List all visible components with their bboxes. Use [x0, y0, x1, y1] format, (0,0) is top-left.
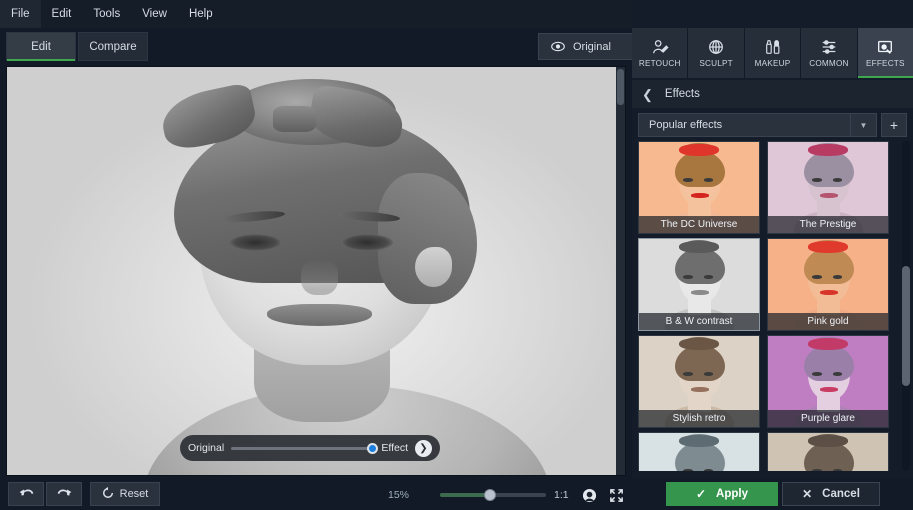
- tab-compare[interactable]: Compare: [78, 32, 148, 61]
- effect-thumbnail[interactable]: Pink gold: [767, 238, 889, 331]
- panel-title: Effects: [664, 88, 700, 100]
- chevron-down-icon[interactable]: ▼: [850, 114, 876, 136]
- makeup-lipstick-icon: [764, 38, 782, 56]
- canvas-scrollbar-thumb[interactable]: [617, 69, 624, 105]
- compare-effect-label: Effect: [381, 442, 408, 454]
- photo-editor-window: File Edit Tools View Help Save Edit Comp…: [0, 0, 913, 510]
- reset-button-label: Reset: [119, 488, 149, 500]
- bottom-toolbar: Reset 15% 1:1: [0, 478, 632, 510]
- fullscreen-expand-icon[interactable]: [607, 486, 625, 504]
- effects-frame-icon: [876, 38, 894, 56]
- original-effect-compare-slider[interactable]: Original Effect ❯: [180, 435, 440, 461]
- effect-thumbnail[interactable]: Stylish retro: [638, 335, 760, 428]
- close-x-icon: ✕: [802, 487, 813, 501]
- undo-button[interactable]: [8, 482, 44, 506]
- sculpt-globe-icon: [707, 38, 725, 56]
- compare-original-label: Original: [188, 442, 225, 454]
- effect-thumbnail[interactable]: The Prestige: [767, 141, 889, 234]
- redo-arrow-icon: [56, 485, 73, 503]
- add-effect-button[interactable]: +: [881, 113, 907, 137]
- effect-thumbnail[interactable]: The DC Universe: [638, 141, 760, 234]
- undo-arrow-icon: [18, 485, 35, 503]
- effect-thumbnail-label: B & W contrast: [639, 313, 759, 330]
- tab-makeup-label: MAKEUP: [754, 59, 791, 68]
- cancel-button[interactable]: ✕ Cancel: [782, 482, 880, 506]
- original-preview-toggle[interactable]: Original: [538, 33, 633, 60]
- menu-item-file[interactable]: File: [0, 0, 41, 28]
- tab-sculpt[interactable]: SCULPT: [688, 28, 744, 78]
- effects-category-value: Popular effects: [649, 119, 723, 131]
- effect-thumbnail-label: The Prestige: [768, 216, 888, 233]
- tab-common[interactable]: COMMON: [801, 28, 857, 78]
- tab-effects[interactable]: EFFECTS: [857, 28, 913, 78]
- zoom-slider-fill: [440, 493, 490, 497]
- panel-footer: ✓ Apply ✕ Cancel: [632, 478, 913, 510]
- effect-thumbnail-label: Stylish retro: [639, 410, 759, 427]
- panel-tab-bar: RETOUCH SCULPT MAKEUP COMMON EFFECTS: [632, 28, 913, 78]
- effect-thumbnail-label: The DC Universe: [639, 216, 759, 233]
- image-canvas[interactable]: [6, 66, 626, 476]
- menu-item-edit[interactable]: Edit: [41, 0, 83, 28]
- chevron-left-icon[interactable]: ❮: [642, 88, 653, 101]
- refresh-circular-arrow-icon: [102, 486, 114, 502]
- tab-sculpt-label: SCULPT: [699, 59, 733, 68]
- panel-header: ❮ Effects: [632, 80, 913, 108]
- effects-category-dropdown[interactable]: Popular effects ▼: [638, 113, 877, 137]
- zoom-percent-label: 15%: [388, 489, 410, 501]
- compare-slider-handle[interactable]: [367, 442, 379, 454]
- person-retouch-icon: [651, 38, 669, 56]
- effect-thumbnail[interactable]: Purple glare: [767, 335, 889, 428]
- apply-button[interactable]: ✓ Apply: [666, 482, 778, 506]
- tab-retouch[interactable]: RETOUCH: [632, 28, 688, 78]
- effect-thumbnail-label: Pink gold: [768, 313, 888, 330]
- effect-thumbnail[interactable]: B & W contrast: [638, 238, 760, 331]
- zoom-ratio-label[interactable]: 1:1: [554, 489, 569, 501]
- menu-item-view[interactable]: View: [131, 0, 178, 28]
- zoom-slider-handle[interactable]: [483, 489, 496, 501]
- apply-button-label: Apply: [716, 488, 748, 500]
- original-toggle-label: Original: [573, 40, 611, 53]
- fit-to-face-icon[interactable]: [580, 486, 598, 504]
- menu-item-help[interactable]: Help: [178, 0, 224, 28]
- tab-effects-label: EFFECTS: [865, 59, 905, 68]
- sliders-icon: [820, 38, 838, 56]
- zoom-slider[interactable]: [440, 489, 546, 501]
- effects-scrollbar[interactable]: [902, 141, 910, 471]
- plus-icon: +: [889, 117, 899, 133]
- effect-thumbnail[interactable]: [638, 432, 760, 471]
- edited-photo: [7, 67, 625, 475]
- tab-makeup[interactable]: MAKEUP: [744, 28, 801, 78]
- effects-filter-row: Popular effects ▼ +: [638, 113, 907, 137]
- menu-item-tools[interactable]: Tools: [82, 0, 131, 28]
- tab-common-label: COMMON: [809, 59, 849, 68]
- canvas-scrollbar[interactable]: [616, 67, 625, 475]
- compare-slider-track[interactable]: [231, 442, 379, 454]
- reset-button[interactable]: Reset: [90, 482, 160, 506]
- effects-grid-container[interactable]: The DC Universe The Prestige B & W contras…: [638, 141, 907, 471]
- chevron-right-icon[interactable]: ❯: [415, 439, 432, 457]
- effects-grid: The DC Universe The Prestige B & W contras…: [638, 141, 907, 471]
- tab-retouch-label: RETOUCH: [638, 59, 681, 68]
- tab-edit[interactable]: Edit: [6, 32, 76, 61]
- effect-thumbnail-label: Purple glare: [768, 410, 888, 427]
- redo-button[interactable]: [46, 482, 82, 506]
- effects-scrollbar-thumb[interactable]: [902, 266, 910, 386]
- effect-preview-image: [768, 433, 888, 471]
- eye-icon: [551, 41, 565, 52]
- cancel-button-label: Cancel: [822, 488, 860, 500]
- check-icon: ✓: [695, 487, 707, 501]
- effect-preview-image: [639, 433, 759, 471]
- effects-panel: RETOUCH SCULPT MAKEUP COMMON EFFECTS ❮ E…: [632, 0, 913, 510]
- effect-thumbnail[interactable]: [767, 432, 889, 471]
